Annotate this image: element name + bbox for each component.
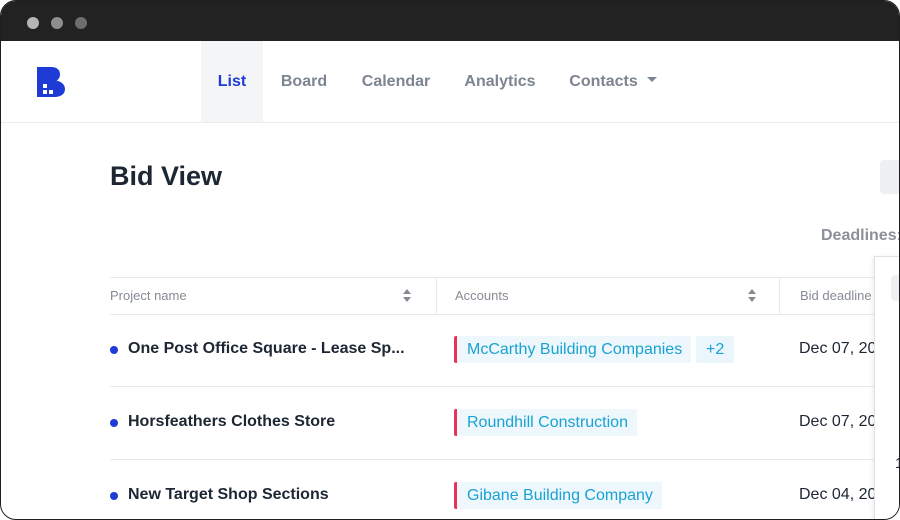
project-name[interactable]: One Post Office Square - Lease Sp... (128, 340, 405, 358)
tab-calendar[interactable]: Calendar (351, 41, 441, 122)
top-navigation: List Board Calendar Analytics Contacts (1, 41, 899, 123)
tab-analytics[interactable]: Analytics (456, 41, 544, 122)
tab-list[interactable]: List (201, 41, 263, 122)
table-row[interactable]: Horsfeathers Clothes Store Roundhill Con… (110, 387, 899, 460)
tab-contacts[interactable]: Contacts (563, 41, 663, 122)
status-dot-icon (110, 346, 118, 354)
more-accounts-badge[interactable]: +2 (696, 336, 735, 363)
table-row[interactable]: One Post Office Square - Lease Sp... McC… (110, 314, 899, 387)
tab-list-label: List (217, 73, 247, 90)
tab-board-label: Board (280, 73, 328, 90)
window-maximize-button[interactable] (75, 17, 87, 29)
column-header-label: Accounts (455, 288, 509, 303)
column-header-label: Project name (110, 288, 187, 303)
window-close-button[interactable] (27, 17, 39, 29)
column-header-label: Bid deadline (800, 288, 872, 303)
panel-value: 1 (895, 455, 899, 472)
status-dot-icon (110, 492, 118, 500)
tab-contacts-label: Contacts (569, 73, 638, 90)
tab-analytics-label: Analytics (464, 73, 536, 90)
window-minimize-button[interactable] (51, 17, 63, 29)
page-title: Bid View (110, 161, 223, 191)
header-action-button[interactable] (880, 160, 899, 194)
sort-icon[interactable] (403, 289, 411, 303)
project-name[interactable]: New Target Shop Sections (128, 486, 329, 504)
deadlines-filter-label: Deadlines: (821, 227, 900, 244)
panel-option-chip[interactable] (891, 275, 899, 301)
project-name[interactable]: Horsfeathers Clothes Store (128, 413, 335, 431)
account-tag[interactable]: Gibane Building Company (454, 482, 662, 509)
table-row[interactable]: New Target Shop Sections Gibane Building… (110, 460, 899, 519)
account-tag[interactable]: Roundhill Construction (454, 409, 637, 436)
tab-calendar-label: Calendar (361, 73, 431, 90)
chevron-down-icon (646, 77, 657, 83)
account-tag[interactable]: McCarthy Building Companies (454, 336, 692, 363)
tab-board[interactable]: Board (271, 41, 337, 122)
app-window: List Board Calendar Analytics Contacts B… (0, 0, 900, 520)
brand-b-logo-icon[interactable] (37, 67, 65, 97)
column-header-project-name[interactable]: Project name (110, 278, 420, 314)
table-header: Project name Accounts Bid deadline (110, 277, 899, 315)
deadlines-dropdown-panel: 1 (874, 256, 899, 519)
status-dot-icon (110, 419, 118, 427)
window-titlebar (1, 1, 899, 41)
sort-icon[interactable] (748, 289, 756, 303)
column-header-accounts[interactable]: Accounts (436, 278, 776, 314)
